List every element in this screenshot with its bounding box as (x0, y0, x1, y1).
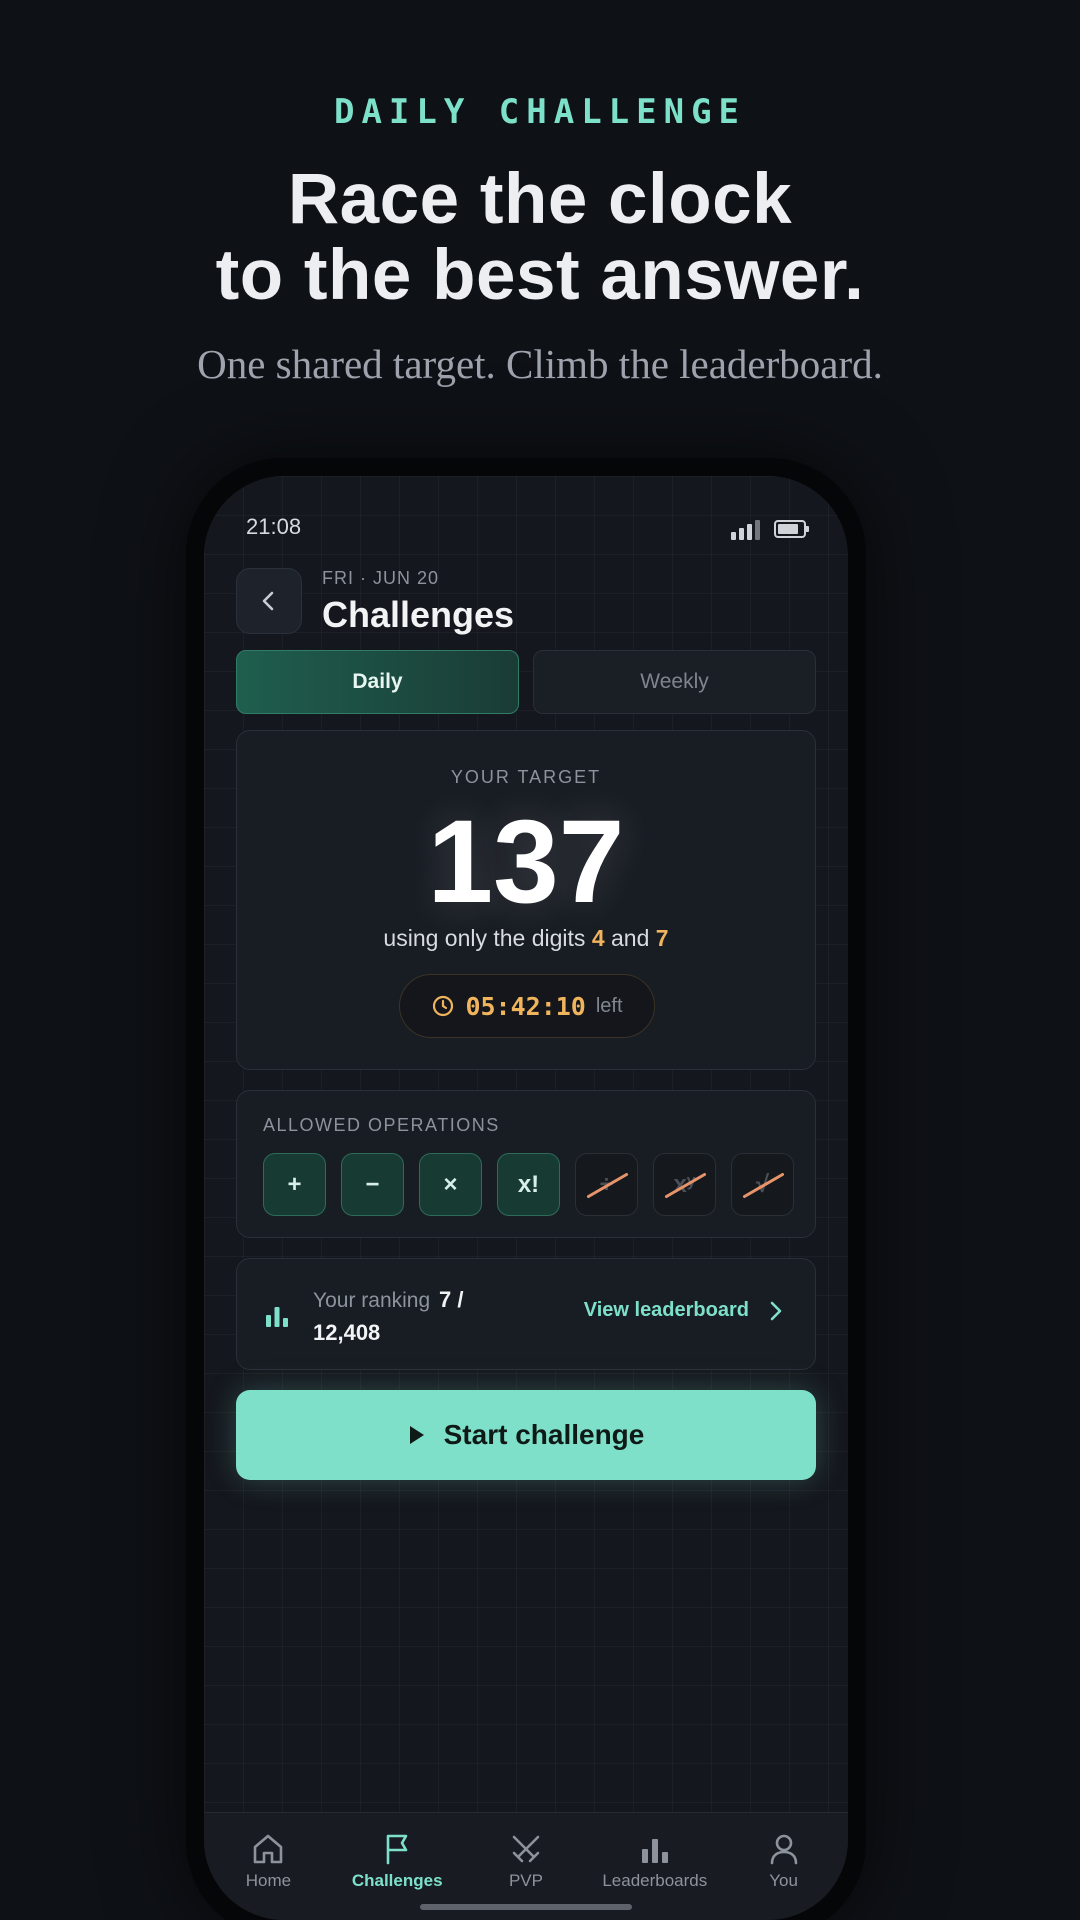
headline: Race the clock to the best answer. (0, 162, 1080, 314)
subline: One shared target. Climb the leaderboard… (197, 341, 883, 387)
status-time: 21:08 (246, 514, 302, 539)
home-indicator (420, 1904, 632, 1910)
play-icon (409, 1426, 424, 1444)
ranking-value-line1: 7 / (439, 1287, 464, 1312)
phone-frame: 21:08 FRI · JUN 20 Challenges Daily Week… (186, 458, 866, 1920)
target-label: YOUR TARGET (450, 767, 602, 787)
nav-home-label: Home (245, 1871, 292, 1890)
signal-icon (731, 520, 760, 540)
nav-leaderboards-label: Leaderboards (602, 1871, 708, 1890)
battery-icon (774, 520, 809, 538)
target-value: 137 (427, 796, 625, 928)
op-divide-disabled: ÷ (575, 1153, 638, 1216)
start-challenge-button[interactable]: Start challenge (236, 1390, 816, 1480)
clock-icon (433, 995, 454, 1017)
target-card: YOUR TARGET 137 using only the digits 4 … (236, 730, 816, 1070)
ranking-card: Your ranking 7 / 12,408 View leaderboard (236, 1258, 816, 1370)
nav-you[interactable]: You (719, 1813, 848, 1920)
tab-daily[interactable]: Daily (236, 650, 519, 714)
op-subtract: − (341, 1153, 404, 1216)
start-challenge-label: Start challenge (443, 1419, 645, 1450)
user-icon (770, 1834, 797, 1865)
nav-challenges-label: Challenges (351, 1871, 443, 1890)
view-leaderboard-link[interactable]: View leaderboard (584, 1299, 783, 1322)
op-multiply: × (419, 1153, 482, 1216)
nav-home[interactable]: Home (204, 1813, 333, 1920)
digits-prefix: using only the digits (383, 925, 586, 951)
countdown-value: 05:42:10 (465, 991, 586, 1021)
back-button[interactable] (236, 568, 302, 634)
chevron-right-icon (770, 1301, 782, 1320)
ranking-text: Your ranking 7 / 12,408 (313, 1285, 513, 1351)
nav-pvp-label: PVP (508, 1871, 543, 1890)
flag-icon (386, 1834, 408, 1865)
operations-label: ALLOWED OPERATIONS (263, 1115, 500, 1135)
eyebrow-label: DAILY CHALLENGE (333, 92, 747, 132)
view-leaderboard-label: View leaderboard (583, 1299, 749, 1321)
op-root-disabled: √ (731, 1153, 794, 1216)
crossed-swords-icon (512, 1835, 540, 1863)
bar-chart-icon (641, 1839, 668, 1863)
digits-joiner: and (611, 925, 650, 951)
digit-1: 4 (591, 925, 605, 951)
nav-you-label: You (769, 1871, 798, 1890)
tab-weekly[interactable]: Weekly (533, 650, 816, 714)
op-power-disabled: xʸ (653, 1153, 716, 1216)
countdown-timer: 05:42:10 left (399, 974, 655, 1038)
bar-chart-icon (266, 1307, 288, 1327)
op-add: + (263, 1153, 326, 1216)
page-title: Challenges (322, 594, 515, 635)
header-date: FRI · JUN 20 (322, 568, 440, 588)
headline-line-1: Race the clock (287, 160, 793, 239)
home-icon (254, 1834, 283, 1864)
chevron-left-icon (262, 591, 274, 611)
ranking-label: Your ranking (313, 1289, 431, 1312)
phone-screen: 21:08 FRI · JUN 20 Challenges Daily Week… (204, 476, 848, 1920)
ranking-value-line2: 12,408 (313, 1320, 381, 1345)
status-bar: 21:08 (204, 512, 848, 546)
headline-line-2: to the best answer. (215, 236, 865, 315)
digits-rule: using only the digits 4 and 7 (237, 925, 815, 952)
period-tabs: Daily Weekly (236, 650, 816, 714)
op-factorial: x! (497, 1153, 560, 1216)
operations-list: + − × x! ÷ xʸ √ (263, 1153, 794, 1216)
operations-card: ALLOWED OPERATIONS + − × x! ÷ xʸ √ (236, 1090, 816, 1238)
countdown-suffix: left (595, 994, 623, 1017)
digit-2: 7 (655, 925, 669, 951)
